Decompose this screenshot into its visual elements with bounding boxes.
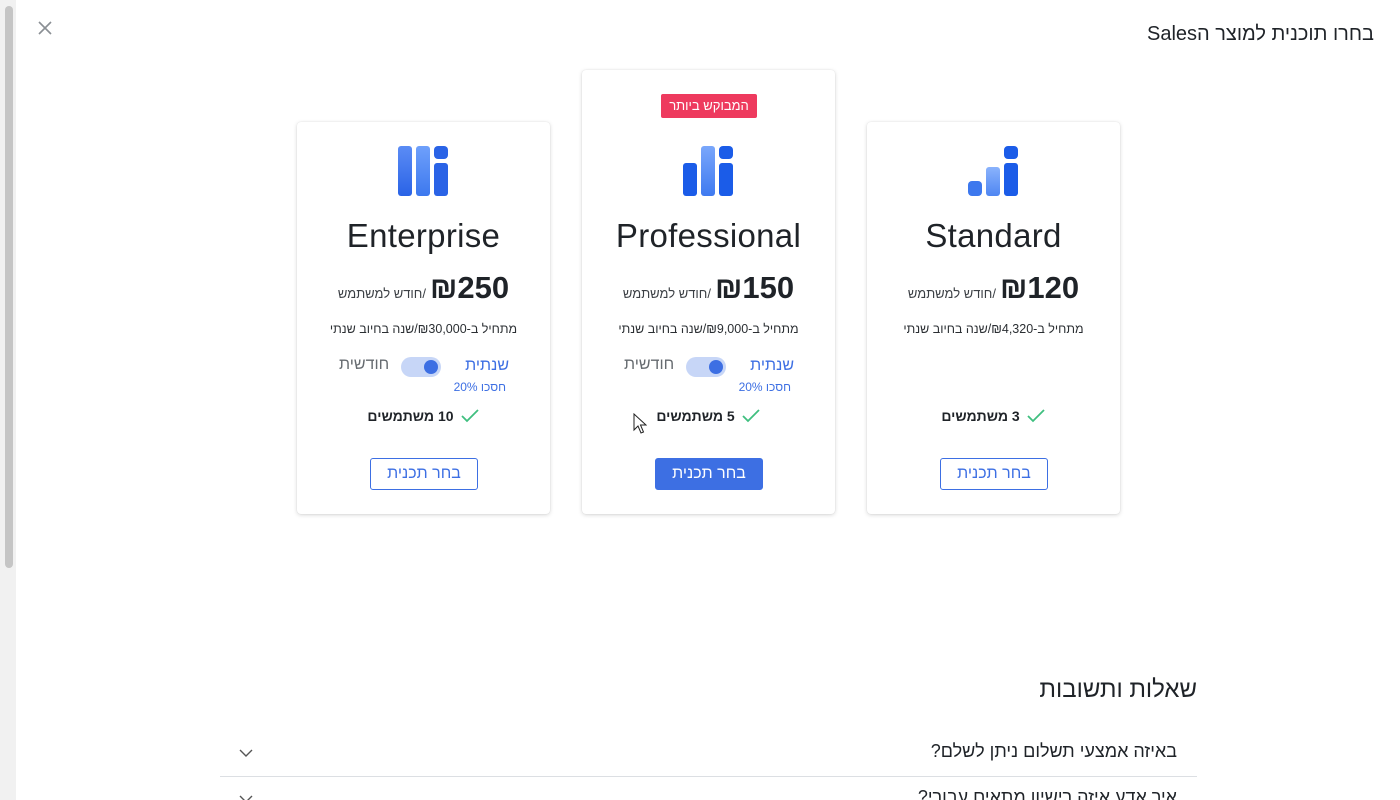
annual-billing-text: מתחיל ב-₪4,320/שנה בחיוב שנתי bbox=[903, 322, 1084, 336]
price: ₪150 bbox=[714, 270, 795, 305]
plan-card-standard: Standard /חודש למשתמש ₪120 מתחיל ב-₪4,32… bbox=[867, 122, 1120, 514]
plan-card-enterprise: Enterprise /חודש למשתמש ₪250 מתחיל ב-₪30… bbox=[297, 122, 550, 514]
switch-knob bbox=[424, 360, 438, 374]
billing-switch[interactable] bbox=[686, 357, 726, 377]
plan-name: Professional bbox=[615, 217, 802, 254]
price-row: /חודש למשתמש ₪250 bbox=[297, 270, 550, 306]
plan-bars-professional-icon bbox=[683, 146, 733, 196]
chevron-down-icon bbox=[239, 749, 253, 757]
billing-toggle: חודשית שנתית חסכו 20% bbox=[624, 356, 794, 396]
billing-switch[interactable] bbox=[401, 357, 441, 377]
billing-toggle: חודשית שנתית חסכו 20% bbox=[339, 356, 509, 396]
select-plan-button-professional[interactable]: בחר תכנית bbox=[655, 458, 763, 490]
users-count: 10 משתמשים bbox=[367, 408, 454, 424]
annual-billing-text: מתחיל ב-₪9,000/שנה בחיוב שנתי bbox=[618, 322, 799, 336]
most-popular-badge: המבוקש ביותר bbox=[661, 94, 757, 118]
plan-name: Enterprise bbox=[346, 217, 501, 254]
check-icon bbox=[1027, 409, 1045, 423]
switch-knob bbox=[709, 360, 723, 374]
plan-name: Standard bbox=[925, 217, 1062, 254]
chevron-down-icon bbox=[239, 795, 253, 800]
close-icon bbox=[38, 21, 52, 35]
toggle-label-monthly[interactable]: חודשית bbox=[339, 356, 389, 374]
users-count: 3 משתמשים bbox=[941, 408, 1020, 424]
users-count: 5 משתמשים bbox=[656, 408, 735, 424]
plan-bars-standard-icon bbox=[968, 146, 1018, 196]
faq-title: שאלות ותשובות bbox=[1039, 676, 1197, 703]
faq-question: איך אדע איזה רישיון מתאים עבורי? bbox=[917, 787, 1177, 800]
price-row: /חודש למשתמש ₪150 bbox=[582, 270, 835, 306]
page-title: בחרו תוכנית למוצר הSales bbox=[1146, 23, 1374, 45]
select-plan-button-standard[interactable]: בחר תכנית bbox=[940, 458, 1048, 490]
scrollbar-thumb[interactable] bbox=[5, 6, 13, 568]
price-unit: /חודש למשתמש bbox=[622, 286, 711, 301]
price-row: /חודש למשתמש ₪120 bbox=[867, 270, 1120, 306]
price: ₪250 bbox=[429, 270, 510, 305]
users-row: 10 משתמשים bbox=[297, 408, 550, 424]
scrollbar-track[interactable] bbox=[0, 0, 16, 800]
annual-billing-text: מתחיל ב-₪30,000/שנה בחיוב שנתי bbox=[329, 322, 518, 336]
users-row: 3 משתמשים bbox=[867, 408, 1120, 424]
mouse-cursor-icon bbox=[633, 413, 647, 434]
price-unit: /חודש למשתמש bbox=[907, 286, 996, 301]
plan-card-professional: המבוקש ביותר Professional /חודש למשתמש ₪… bbox=[582, 70, 835, 514]
toggle-label-monthly[interactable]: חודשית bbox=[624, 356, 674, 374]
check-icon bbox=[460, 409, 479, 423]
plan-bars-enterprise-icon bbox=[398, 146, 448, 196]
close-button[interactable] bbox=[33, 16, 57, 40]
save-label: חסכו 20% bbox=[738, 380, 791, 394]
faq-question: באיזה אמצעי תשלום ניתן לשלם? bbox=[930, 741, 1177, 761]
toggle-label-yearly[interactable]: שנתית bbox=[750, 357, 794, 375]
select-plan-button-enterprise[interactable]: בחר תכנית bbox=[370, 458, 478, 490]
users-row: 5 משתמשים bbox=[582, 408, 835, 424]
check-icon bbox=[742, 409, 760, 423]
price-unit: /חודש למשתמש bbox=[337, 286, 426, 301]
price: ₪120 bbox=[999, 270, 1080, 305]
save-label: חסכו 20% bbox=[453, 380, 506, 394]
toggle-label-yearly[interactable]: שנתית bbox=[465, 357, 509, 375]
faq-item[interactable]: איך אדע איזה רישיון מתאים עבורי? bbox=[220, 777, 1197, 800]
faq-item[interactable]: באיזה אמצעי תשלום ניתן לשלם? bbox=[220, 731, 1197, 777]
